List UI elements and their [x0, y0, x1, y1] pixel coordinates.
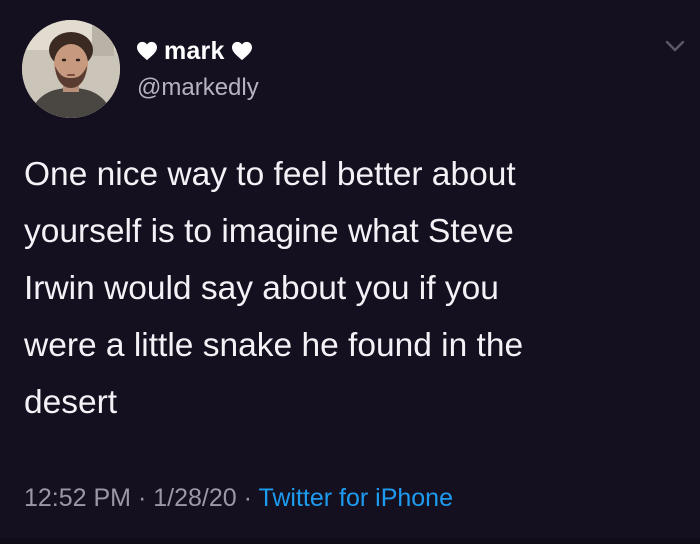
- avatar-image: [22, 20, 120, 118]
- tweet-metadata: 12:52 PM · 1/28/20 · Twitter for iPhone: [24, 484, 453, 513]
- author-display-name[interactable]: mark: [164, 37, 225, 66]
- chevron-down-icon[interactable]: [664, 38, 686, 54]
- tweet-time[interactable]: 12:52 PM: [24, 484, 131, 512]
- tweet-text: One nice way to feel better about yourse…: [24, 156, 524, 421]
- meta-separator: ·: [243, 484, 252, 512]
- meta-separator: ·: [137, 484, 147, 512]
- avatar[interactable]: [22, 20, 120, 118]
- heart-icon: [231, 41, 252, 61]
- bottom-divider: [0, 538, 700, 544]
- tweet-card: mark @markedly One nice way to feel bett…: [0, 0, 700, 544]
- author-handle[interactable]: @markedly: [137, 74, 259, 102]
- heart-icon: [137, 41, 157, 61]
- tweet-source-link[interactable]: Twitter for iPhone: [258, 484, 453, 512]
- tweet-date[interactable]: 1/28/20: [153, 484, 236, 512]
- author-name-row[interactable]: mark: [136, 36, 253, 66]
